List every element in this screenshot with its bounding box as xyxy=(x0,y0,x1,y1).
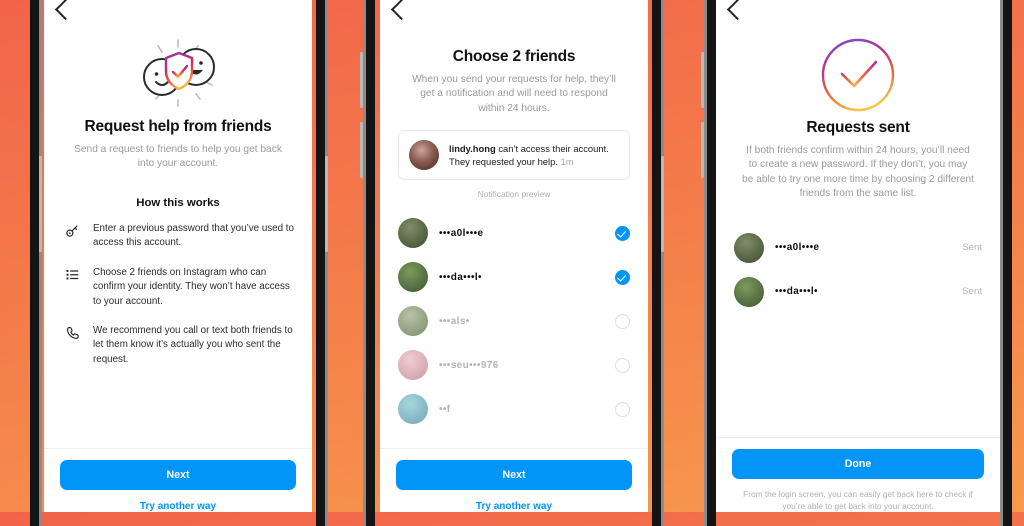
recipient-row: •••a0l•••e Sent xyxy=(716,226,1000,270)
notification-preview-caption: Notification preview xyxy=(477,189,551,200)
panel-2-subtitle: When you send your requests for help, th… xyxy=(412,74,616,114)
avatar xyxy=(398,262,428,293)
friend-name: •••seu•••976 xyxy=(439,359,499,371)
how-it-works-step-text: We recommend you call or text both frien… xyxy=(93,324,293,365)
panel-2-title: Choose 2 friends xyxy=(452,48,576,65)
friends-list: •••a0l•••e •••da•••l• •••als• •••seu•••9… xyxy=(380,211,648,448)
recipient-name: •••da•••l• xyxy=(775,286,818,298)
panel-2-footer: Next Try another way xyxy=(380,448,648,512)
nav-bar-1 xyxy=(44,0,312,26)
phone-bezel-left xyxy=(30,0,39,526)
phone-bezel-left-inner xyxy=(39,0,42,526)
next-button[interactable]: Next xyxy=(396,460,632,490)
avatar xyxy=(398,350,428,381)
friend-row[interactable]: •••als• xyxy=(380,299,648,343)
phone-2-bezel-right xyxy=(707,0,716,526)
phone-2-bezel-left xyxy=(316,0,325,526)
screenshot-stage: Request help from friends Send a request… xyxy=(0,0,1024,526)
check-circle-icon[interactable] xyxy=(615,225,630,241)
friends-shield-check-illustration xyxy=(44,32,312,112)
avatar xyxy=(398,218,428,249)
panel-3-subtitle: If both friends confirm within 24 hours,… xyxy=(742,145,974,200)
list-icon xyxy=(62,266,82,309)
how-this-works-heading: How this works xyxy=(136,196,220,209)
panel-3-footer: Done From the login screen, you can easi… xyxy=(716,436,1000,512)
friend-name: •••als• xyxy=(439,315,470,327)
key-icon xyxy=(62,222,82,251)
phone-2-power-button-2[interactable] xyxy=(701,122,704,178)
phone-2-bezel-left-inner xyxy=(325,0,328,526)
fine-print: From the login screen, you can easily ge… xyxy=(743,488,973,511)
panel-choose-friends: Choose 2 friends When you send your requ… xyxy=(380,0,648,512)
panel-1-body: Request help from friends Send a request… xyxy=(44,26,312,448)
check-circle-icon[interactable] xyxy=(615,269,630,285)
lindy-hong-avatar xyxy=(409,140,439,171)
panel-3-body: Requests sent If both friends confirm wi… xyxy=(716,26,1000,437)
try-another-way-link[interactable]: Try another way xyxy=(396,501,632,512)
recipients-list: •••a0l•••e Sent •••da•••l• Sent xyxy=(716,226,1000,437)
friend-row[interactable]: •••da•••l• xyxy=(380,255,648,299)
notification-username: lindy.hong xyxy=(449,142,496,154)
how-it-works-step: We recommend you call or text both frien… xyxy=(62,324,294,367)
avatar xyxy=(398,394,428,425)
notification-time: 1m xyxy=(560,156,574,168)
status-badge: Sent xyxy=(962,242,982,254)
recipient-row: •••da•••l• Sent xyxy=(716,270,1000,314)
avatar xyxy=(398,306,428,337)
status-badge: Sent xyxy=(962,286,982,298)
nav-bar-3 xyxy=(716,0,1000,26)
phone-1-power-button-2[interactable] xyxy=(360,122,363,178)
panel-2-body: Choose 2 friends When you send your requ… xyxy=(380,26,648,448)
friend-name: ••f xyxy=(439,403,451,415)
how-it-works-step: Enter a previous password that you’ve us… xyxy=(62,222,294,251)
done-button[interactable]: Done xyxy=(732,448,984,479)
friend-row[interactable]: ••f xyxy=(380,387,648,431)
back-chevron-icon[interactable] xyxy=(726,0,749,21)
friend-name: •••da•••l• xyxy=(439,271,482,283)
nav-bar-2 xyxy=(380,0,648,26)
volume-button[interactable] xyxy=(39,156,42,252)
gradient-check-circle-icon xyxy=(716,36,1000,114)
avatar xyxy=(734,276,764,307)
avatar xyxy=(734,232,764,263)
phone-3-bezel-left-inner xyxy=(661,0,664,526)
notification-preview-wrap: lindy.hong can’t access their account. T… xyxy=(380,130,648,199)
panel-1-footer: Next Try another way xyxy=(44,448,312,512)
empty-circle-icon[interactable] xyxy=(615,401,630,417)
recipient-name: •••a0l•••e xyxy=(775,242,820,254)
back-chevron-icon[interactable] xyxy=(54,0,77,21)
panel-request-help: Request help from friends Send a request… xyxy=(44,0,312,512)
panel-1-title: Request help from friends xyxy=(84,118,272,135)
phone-2-power-button[interactable] xyxy=(701,52,704,108)
phone-1-bezel-right xyxy=(366,0,375,526)
next-button[interactable]: Next xyxy=(60,460,296,490)
how-it-works-step: Choose 2 friends on Instagram who can co… xyxy=(62,266,294,309)
friend-name: •••a0l•••e xyxy=(439,227,484,239)
how-it-works-step-text: Enter a previous password that you’ve us… xyxy=(93,222,294,249)
phone-3-bezel-right xyxy=(1003,0,1012,526)
friend-row[interactable]: •••seu•••976 xyxy=(380,343,648,387)
try-another-way-link[interactable]: Try another way xyxy=(60,501,296,512)
notification-text: lindy.hong can’t access their account. T… xyxy=(449,142,619,169)
phone-3-bezel-left xyxy=(652,0,661,526)
empty-circle-icon[interactable] xyxy=(615,357,630,373)
panel-1-subtitle: Send a request to friends to help you ge… xyxy=(74,144,282,170)
phone-icon xyxy=(62,324,82,367)
how-this-works-list: Enter a previous password that you’ve us… xyxy=(44,222,312,382)
empty-circle-icon[interactable] xyxy=(615,313,630,329)
how-it-works-step-text: Choose 2 friends on Instagram who can co… xyxy=(93,266,290,307)
phone-3-volume-button[interactable] xyxy=(661,156,664,252)
panel-requests-sent: Requests sent If both friends confirm wi… xyxy=(716,0,1000,512)
back-chevron-icon[interactable] xyxy=(390,0,413,21)
notification-preview-card: lindy.hong can’t access their account. T… xyxy=(398,130,630,181)
phone-1-power-button[interactable] xyxy=(360,52,363,108)
friend-row[interactable]: •••a0l•••e xyxy=(380,211,648,255)
panel-3-title: Requests sent xyxy=(806,119,910,136)
phone-2-volume-button[interactable] xyxy=(325,156,328,252)
